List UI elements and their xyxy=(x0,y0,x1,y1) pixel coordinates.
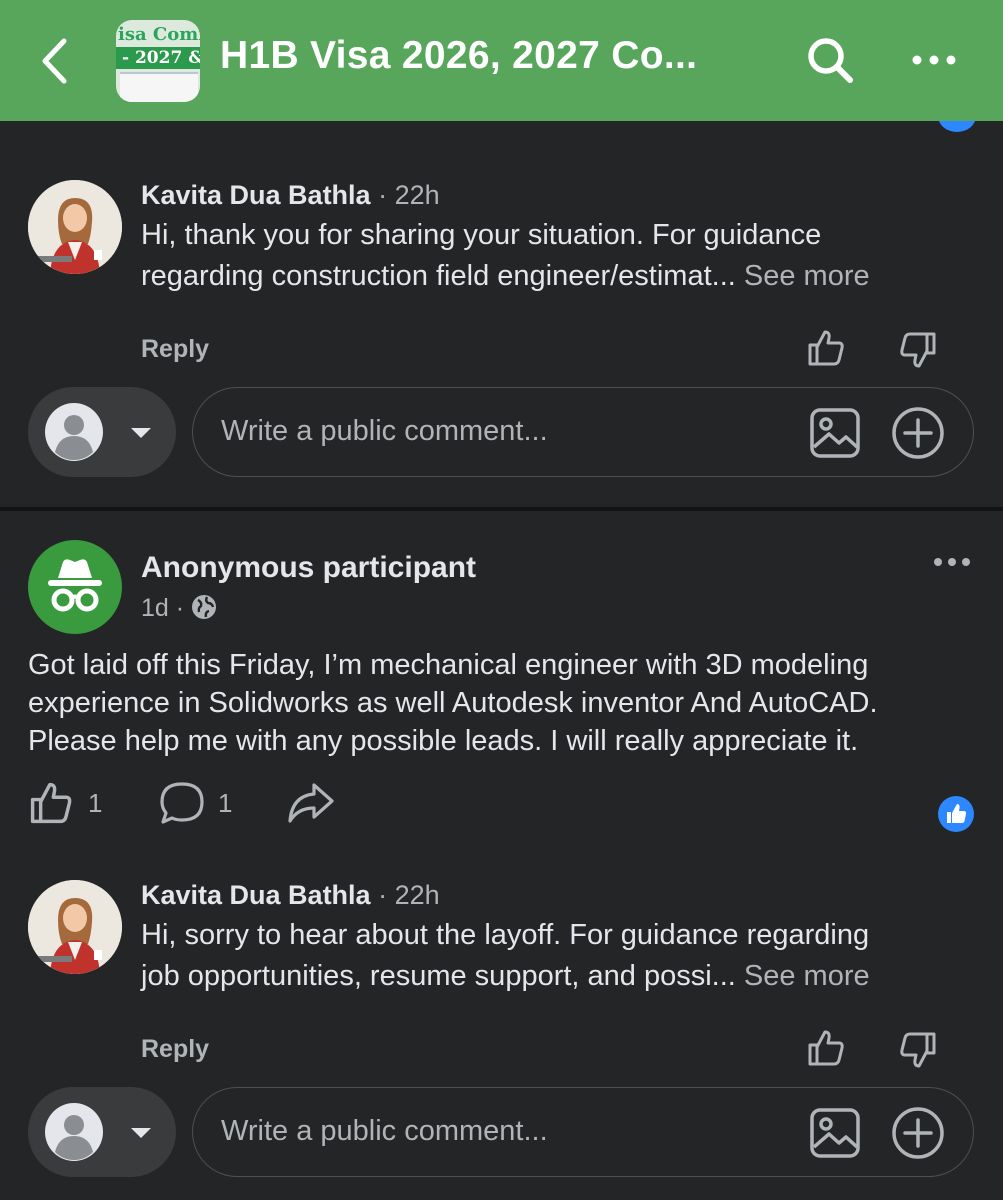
more-dots-icon xyxy=(934,558,970,566)
photo-icon[interactable] xyxy=(809,407,861,459)
avatar[interactable] xyxy=(28,880,122,974)
group-thumbnail-image xyxy=(120,72,198,102)
thumbs-up-icon xyxy=(30,782,72,824)
post-author[interactable]: Anonymous participant xyxy=(141,551,476,585)
comment-button[interactable] xyxy=(158,780,206,831)
group-thumbnail-text-1: isa Comn xyxy=(118,24,200,45)
see-more-link[interactable]: See more xyxy=(736,960,870,992)
comment-body: Hi, sorry to hear about the layoff. For … xyxy=(141,915,870,997)
comment-input[interactable]: Write a public comment... xyxy=(192,387,974,477)
comment-timestamp[interactable]: · 22h xyxy=(371,180,440,210)
post-more-button[interactable] xyxy=(932,552,972,577)
group-thumbnail-text-2: - 2027 & B xyxy=(116,47,200,69)
comment-input[interactable]: Write a public comment... xyxy=(192,1087,974,1177)
post-divider xyxy=(0,507,1003,511)
post-line: Got laid off this Friday, I’m mechanical… xyxy=(28,649,869,681)
add-circle-icon[interactable] xyxy=(891,1106,945,1160)
globe-icon xyxy=(192,595,217,619)
like-reaction-badge[interactable] xyxy=(937,795,975,838)
upvote-button[interactable] xyxy=(806,1028,846,1073)
comment-timestamp[interactable]: · 22h xyxy=(371,880,440,910)
share-button[interactable] xyxy=(286,780,336,831)
comment-author[interactable]: Kavita Dua Bathla · 22h xyxy=(141,180,440,211)
post-line: Please help me with any possible leads. … xyxy=(28,725,859,757)
like-reaction-icon xyxy=(938,796,974,832)
meta-separator: · xyxy=(168,594,192,622)
post-timestamp[interactable]: 1d xyxy=(141,594,169,622)
group-title[interactable]: H1B Visa 2026, 2027 Co... xyxy=(220,34,697,78)
upvote-button[interactable] xyxy=(806,328,846,373)
downvote-button[interactable] xyxy=(898,330,938,375)
comment-line-text: job opportunities, resume support, and p… xyxy=(141,960,736,992)
downvote-button[interactable] xyxy=(898,1030,938,1075)
avatar-illustration-icon xyxy=(28,880,122,974)
add-circle-icon[interactable] xyxy=(891,406,945,460)
like-count[interactable]: 1 xyxy=(88,788,102,819)
anonymous-avatar[interactable] xyxy=(28,540,122,634)
avatar[interactable] xyxy=(28,180,122,274)
thumbs-up-icon xyxy=(808,1030,844,1066)
comment-author-name[interactable]: Kavita Dua Bathla xyxy=(141,880,371,910)
more-dots-icon xyxy=(912,55,956,65)
caret-down-icon xyxy=(131,428,151,438)
comment-count[interactable]: 1 xyxy=(218,788,232,819)
post-meta: 1d · xyxy=(141,594,217,623)
comment-input-placeholder: Write a public comment... xyxy=(221,1115,548,1147)
reply-button[interactable]: Reply xyxy=(141,1035,209,1064)
top-app-bar: isa Comn - 2027 & B H1B Visa 2026, 2027 … xyxy=(0,0,1003,121)
group-thumbnail[interactable]: isa Comn - 2027 & B xyxy=(116,20,200,102)
avatar-illustration-icon xyxy=(28,180,122,274)
comment-author[interactable]: Kavita Dua Bathla · 22h xyxy=(141,880,440,911)
thumbs-up-icon xyxy=(808,330,844,366)
comment-line-text: regarding construction field engineer/es… xyxy=(141,260,736,292)
post-body: Got laid off this Friday, I’m mechanical… xyxy=(28,646,878,760)
post-line: experience in Solidworks as well Autodes… xyxy=(28,687,878,719)
comment-line-2: regarding construction field engineer/es… xyxy=(141,256,870,297)
post-as-selector[interactable] xyxy=(28,387,176,477)
back-button[interactable] xyxy=(36,36,76,86)
incognito-icon xyxy=(48,559,102,612)
reply-button[interactable]: Reply xyxy=(141,335,209,364)
default-avatar-icon xyxy=(45,1103,103,1161)
photo-icon[interactable] xyxy=(809,1107,861,1159)
comment-line: Hi, sorry to hear about the layoff. For … xyxy=(141,919,870,951)
search-button[interactable] xyxy=(804,34,858,88)
comment-author-name[interactable]: Kavita Dua Bathla xyxy=(141,180,371,210)
post-as-selector[interactable] xyxy=(28,1087,176,1177)
search-icon xyxy=(808,38,853,83)
like-button[interactable] xyxy=(28,780,74,831)
thumbs-down-icon xyxy=(900,332,936,368)
chevron-left-icon xyxy=(42,38,67,84)
share-arrow-icon xyxy=(288,783,334,823)
comment-line-2: job opportunities, resume support, and p… xyxy=(141,956,870,997)
see-more-link[interactable]: See more xyxy=(736,260,870,292)
comment-body: Hi, thank you for sharing your situation… xyxy=(141,215,870,297)
speech-bubble-icon xyxy=(160,782,204,824)
default-avatar-icon xyxy=(45,403,103,461)
more-options-button[interactable] xyxy=(910,48,958,72)
comment-line: Hi, thank you for sharing your situation… xyxy=(141,219,822,251)
caret-down-icon xyxy=(131,1128,151,1138)
comment-input-placeholder: Write a public comment... xyxy=(221,415,548,447)
thumbs-down-icon xyxy=(900,1032,936,1068)
